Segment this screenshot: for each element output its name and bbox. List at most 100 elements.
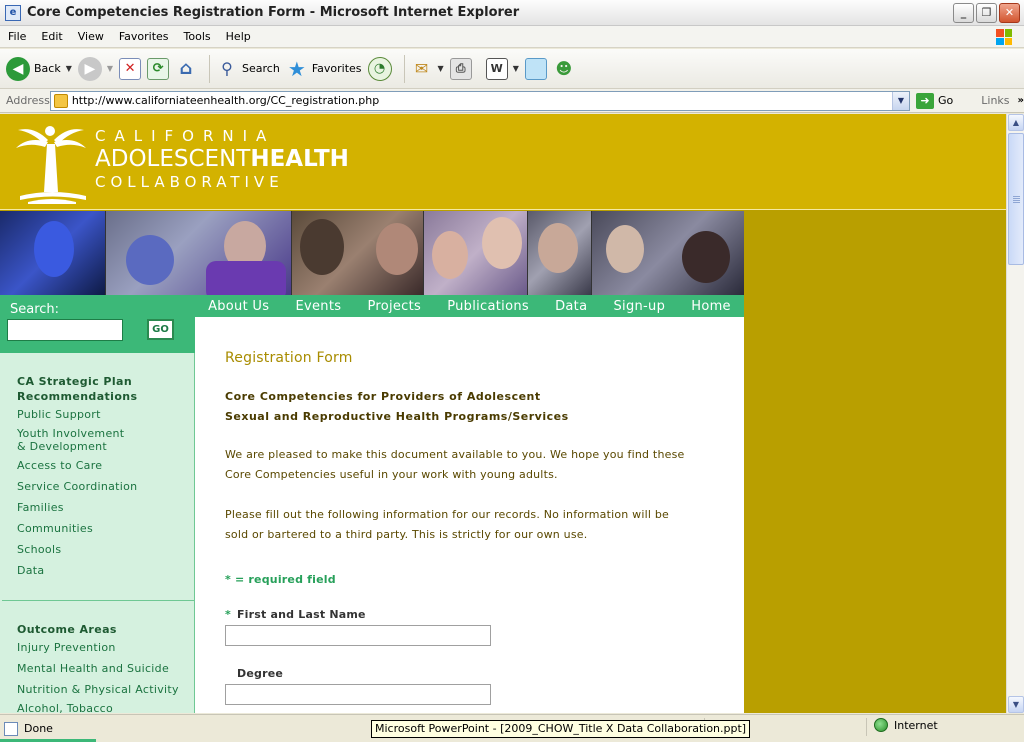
name-field-label: * First and Last Name [225, 608, 366, 621]
menu-tools[interactable]: Tools [176, 30, 218, 43]
photo-teen-6 [592, 211, 744, 295]
taskbar-tooltip: Microsoft PowerPoint - [2009_CHOW_Title … [371, 720, 751, 738]
sidebar-link-youth-involvement[interactable]: Youth Involvement [17, 427, 124, 440]
nav-publications[interactable]: Publications [447, 299, 529, 314]
strategic-plan-title-line1: CA Strategic Plan [17, 375, 133, 388]
refresh-button[interactable]: ⟳ [147, 53, 170, 85]
privacy-paragraph-line1: Please fill out the following informatio… [225, 508, 669, 521]
nav-events[interactable]: Events [295, 299, 341, 314]
back-dropdown-icon[interactable]: ▼ [66, 64, 72, 73]
home-button[interactable]: ⌂ [175, 53, 197, 85]
scroll-down-icon[interactable]: ▼ [1008, 696, 1024, 713]
favorites-label: Favorites [311, 62, 362, 75]
first-last-name-input[interactable] [225, 625, 491, 646]
forward-arrow-icon: ▶ [77, 56, 102, 81]
history-clock-icon: ◔ [367, 56, 392, 81]
back-arrow-icon: ◀ [6, 56, 30, 81]
address-bar: Address http://www.californiateenhealth.… [0, 89, 1024, 113]
menu-help[interactable]: Help [218, 30, 258, 43]
site-header: CALIFORNIA ADOLESCENTHEALTH COLLABORATIV… [0, 114, 1006, 210]
links-chevron-icon[interactable]: » [1018, 95, 1024, 106]
sidebar-link-nutrition[interactable]: Nutrition & Physical Activity [17, 683, 179, 696]
nav-data[interactable]: Data [555, 299, 587, 314]
menu-edit[interactable]: Edit [33, 30, 69, 43]
discuss-button[interactable] [524, 53, 547, 85]
scrollbar-thumb[interactable] [1008, 133, 1024, 265]
address-input[interactable]: http://www.californiateenhealth.org/CC_r… [49, 90, 910, 111]
close-button[interactable]: ✕ [999, 3, 1020, 23]
site-search-go-button[interactable]: GO [147, 319, 174, 340]
menu-file[interactable]: File [0, 30, 33, 43]
nav-projects[interactable]: Projects [367, 299, 421, 314]
sidebar-link-service-coordination[interactable]: Service Coordination [17, 480, 137, 493]
status-text: Done [24, 722, 53, 735]
status-separator [866, 718, 867, 736]
minimize-button[interactable]: _ [953, 3, 974, 23]
address-dropdown-icon[interactable]: ▼ [892, 91, 909, 110]
nav-about-us[interactable]: About Us [208, 299, 269, 314]
site-search-input[interactable] [7, 319, 123, 341]
sidebar-link-families[interactable]: Families [17, 501, 64, 514]
photo-teen-5 [528, 211, 592, 295]
nav-home[interactable]: Home [691, 299, 731, 314]
sidebar-link-data[interactable]: Data [17, 564, 44, 577]
site-logo-text[interactable]: CALIFORNIA ADOLESCENTHEALTH COLLABORATIV… [95, 129, 349, 190]
palm-figure-logo-icon [16, 126, 86, 204]
logo-line-california: CALIFORNIA [95, 127, 276, 145]
left-sidebar: Search: GO CA Strategic Plan Recommendat… [0, 295, 195, 713]
outcome-areas-title: Outcome Areas [17, 623, 117, 636]
vertical-scrollbar[interactable]: ▲ ▼ [1006, 114, 1024, 713]
internet-globe-icon [874, 718, 888, 732]
print-button[interactable]: ⎙ [449, 53, 472, 85]
required-star: * [225, 608, 231, 621]
photo-teen-3 [292, 211, 424, 295]
address-url[interactable]: http://www.californiateenhealth.org/CC_r… [72, 94, 379, 107]
mail-icon: ✉ [414, 59, 429, 78]
menu-favorites[interactable]: Favorites [111, 30, 176, 43]
toolbar-separator [403, 54, 405, 83]
window-controls: _ ❐ ✕ [953, 3, 1020, 23]
logo-line-collaborative: COLLABORATIVE [95, 173, 284, 191]
back-button[interactable]: ◀ Back ▼ [6, 53, 72, 85]
sidebar-link-communities[interactable]: Communities [17, 522, 93, 535]
sidebar-link-injury-prevention[interactable]: Injury Prevention [17, 641, 116, 654]
back-label: Back [34, 62, 61, 75]
degree-input[interactable] [225, 684, 491, 705]
nav-sign-up[interactable]: Sign-up [613, 299, 665, 314]
restore-button[interactable]: ❐ [976, 3, 997, 23]
stop-button[interactable]: ✕ [119, 53, 142, 85]
forward-button[interactable]: ▶ ▼ [77, 53, 113, 85]
go-button[interactable]: ➜ Go [916, 92, 953, 109]
toolbar-separator [209, 54, 211, 83]
search-label: Search [242, 62, 280, 75]
ie-page-icon[interactable]: e [5, 4, 21, 21]
menu-bar: File Edit View Favorites Tools Help [0, 26, 1024, 48]
page-favicon-icon [53, 93, 68, 108]
edit-dropdown-icon[interactable]: ▼ [513, 64, 519, 73]
discuss-note-icon [524, 57, 547, 80]
page-title: Registration Form [225, 350, 353, 366]
links-label[interactable]: Links [981, 94, 1009, 107]
history-button[interactable]: ◔ [367, 53, 392, 85]
sidebar-link-alcohol-tobacco[interactable]: Alcohol, Tobacco [17, 702, 113, 713]
mail-dropdown-icon[interactable]: ▼ [438, 64, 444, 73]
page-done-icon [4, 721, 18, 736]
favorites-button[interactable]: ★ Favorites [286, 53, 362, 85]
intro-paragraph-line1: We are pleased to make this document ava… [225, 448, 685, 461]
search-icon: ⚲ [221, 59, 233, 78]
sidebar-link-youth-development[interactable]: & Development [17, 440, 107, 453]
forward-dropdown-icon[interactable]: ▼ [107, 64, 113, 73]
search-button[interactable]: ⚲ Search [216, 53, 280, 85]
messenger-button[interactable]: ☻ [553, 53, 575, 85]
header-photo-strip [0, 211, 744, 295]
sidebar-link-public-support[interactable]: Public Support [17, 408, 101, 421]
sidebar-link-schools[interactable]: Schools [17, 543, 61, 556]
strategic-plan-title-line2: Recommendations [17, 390, 138, 403]
mail-button[interactable]: ✉ ▼ [411, 53, 444, 85]
edit-button[interactable]: W ▼ [485, 53, 519, 85]
sidebar-link-mental-health[interactable]: Mental Health and Suicide [17, 662, 169, 675]
menu-view[interactable]: View [70, 30, 111, 43]
scroll-up-icon[interactable]: ▲ [1008, 114, 1024, 131]
windows-logo-icon [990, 27, 1018, 47]
sidebar-link-access-to-care[interactable]: Access to Care [17, 459, 102, 472]
